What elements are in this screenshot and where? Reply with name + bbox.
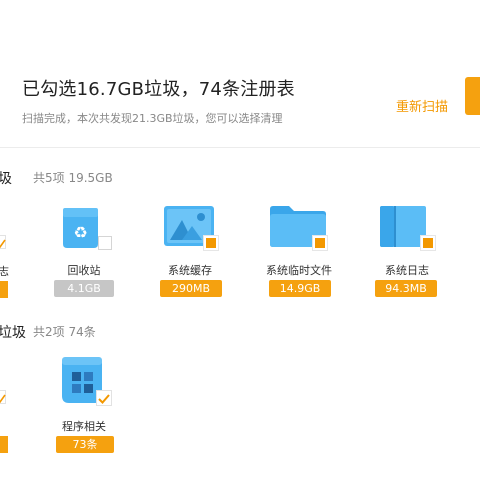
- junk-item-temp-files[interactable]: 系统临时文件 14.9GB: [259, 204, 339, 304]
- item-label: 程序相关: [62, 420, 106, 433]
- summary-subtitle: 扫描完成，本次共发现21.3GB垃圾，您可以选择清理: [22, 112, 283, 125]
- item-checkbox[interactable]: [98, 236, 112, 250]
- item-size-badge: 14.9GB: [269, 280, 331, 297]
- item-label: 系统临时文件: [266, 264, 332, 277]
- checkmark-icon: [98, 394, 110, 404]
- item-label: 系统日志: [385, 264, 429, 277]
- junk-item-recycle-bin[interactable]: ♻ 回收站 4.1GB: [44, 204, 124, 304]
- item-size-badge: 73条: [56, 436, 114, 453]
- item-checkbox[interactable]: [421, 236, 435, 250]
- section-meta-system-junk: 共5项 19.5GB: [33, 171, 113, 185]
- item-checkbox-partial[interactable]: [0, 235, 6, 249]
- svg-text:♻: ♻: [73, 223, 87, 242]
- item-checkbox[interactable]: [313, 236, 327, 250]
- junk-item-system-log[interactable]: 系统日志 94.3MB: [367, 204, 447, 304]
- item-size-badge: 94.3MB: [375, 280, 437, 297]
- item-checkbox[interactable]: [204, 236, 218, 250]
- item-size-badge: 290MB: [160, 280, 222, 297]
- item-checkbox[interactable]: [96, 390, 112, 406]
- clean-button[interactable]: [465, 77, 480, 115]
- checkmark-icon: [0, 239, 6, 249]
- item-label: 回收站: [67, 264, 101, 277]
- section-title-system-junk: 圾: [0, 171, 12, 187]
- item-label: 系统缓存: [168, 264, 212, 277]
- item-badge-partial: [0, 281, 8, 298]
- summary-title: 已勾选16.7GB垃圾，74条注册表: [22, 79, 295, 100]
- section-title-registry: 垃圾: [0, 325, 26, 341]
- item-size-badge: 4.1GB: [54, 280, 114, 297]
- recycle-bin-icon: ♻: [63, 208, 98, 248]
- section-meta-registry: 共2项 74条: [33, 325, 96, 339]
- item-label-partial: 志: [0, 265, 9, 278]
- registry-item-program[interactable]: 程序相关 73条: [44, 356, 124, 456]
- item-badge-partial: [0, 436, 8, 453]
- checkmark-icon: [0, 394, 6, 404]
- item-checkbox-partial[interactable]: [0, 390, 6, 404]
- divider: [0, 147, 480, 148]
- junk-item-system-cache[interactable]: 系统缓存 290MB: [150, 204, 230, 304]
- rescan-button[interactable]: 重新扫描: [396, 96, 448, 115]
